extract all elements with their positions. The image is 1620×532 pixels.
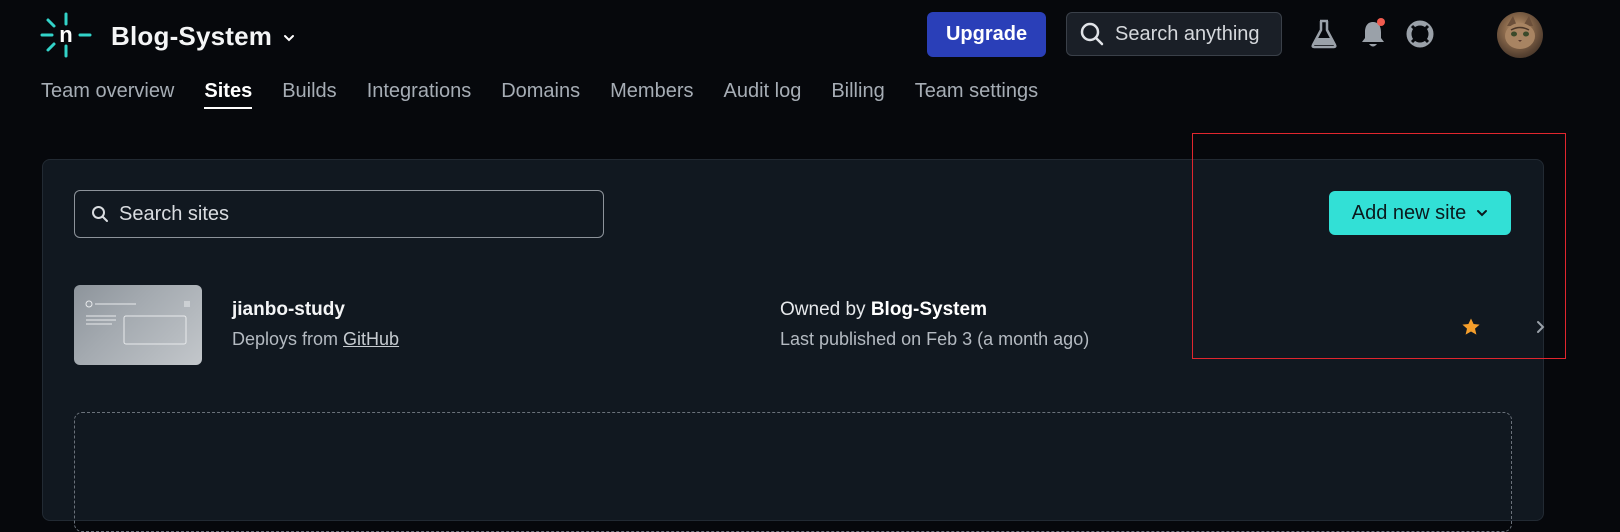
upgrade-button[interactable]: Upgrade: [927, 12, 1046, 57]
add-new-site-button[interactable]: Add new site: [1329, 191, 1511, 235]
site-published-date: Last published on Feb 3 (a month ago): [780, 329, 1090, 349]
team-name: Blog-System: [111, 20, 273, 51]
star-icon[interactable]: [1461, 317, 1481, 337]
drag-drop-zone[interactable]: [74, 412, 1512, 532]
team-switcher[interactable]: Blog-System: [111, 16, 296, 56]
site-owner: Owned by Blog-System: [780, 299, 987, 321]
site-thumbnail: [74, 285, 202, 365]
tab-team-overview[interactable]: Team overview: [41, 80, 174, 109]
tab-members[interactable]: Members: [610, 80, 693, 109]
owner-name: Blog-System: [870, 299, 987, 320]
global-search-input[interactable]: Search anything: [1066, 12, 1282, 56]
sites-search-input[interactable]: Search sites: [74, 190, 604, 238]
top-bar: n Blog-System Upgrade Search anything: [0, 0, 1620, 72]
team-nav-tabs: Team overview Sites Builds Integrations …: [41, 80, 1038, 109]
avatar-cat-image: [1505, 16, 1535, 49]
labs-button[interactable]: [1306, 16, 1342, 52]
chevron-down-icon: [1477, 210, 1488, 217]
tab-audit-log[interactable]: Audit log: [723, 80, 801, 109]
chevron-down-icon: [284, 35, 295, 42]
global-search-placeholder: Search anything: [1115, 22, 1260, 45]
logo-icon[interactable]: n: [40, 12, 92, 58]
owner-prefix: Owned by: [780, 299, 866, 320]
site-list-item[interactable]: jianbo-study Deploys from GitHub Owned b…: [74, 285, 1545, 367]
site-name[interactable]: jianbo-study: [232, 299, 345, 321]
deploy-source-link[interactable]: GitHub: [343, 329, 399, 349]
tab-team-settings[interactable]: Team settings: [915, 80, 1038, 109]
search-icon: [1080, 22, 1104, 46]
sites-search-placeholder: Search sites: [119, 202, 230, 225]
tab-integrations[interactable]: Integrations: [367, 80, 472, 109]
flask-icon: [1311, 19, 1337, 49]
deploy-prefix: Deploys from: [232, 329, 339, 349]
chevron-right-icon[interactable]: [1533, 319, 1547, 335]
sites-panel: Search sites Add new site jianbo-study D…: [42, 159, 1545, 532]
svg-text:n: n: [59, 22, 72, 47]
site-deploy-info: Deploys from GitHub: [232, 329, 399, 350]
tab-domains[interactable]: Domains: [501, 80, 580, 109]
avatar[interactable]: [1497, 12, 1543, 58]
tab-billing[interactable]: Billing: [831, 80, 884, 109]
notifications-button[interactable]: [1355, 16, 1391, 52]
notification-dot: [1377, 18, 1385, 26]
lifebuoy-icon: [1406, 20, 1434, 48]
tab-sites[interactable]: Sites: [204, 80, 253, 109]
search-icon: [92, 206, 108, 222]
help-button[interactable]: [1402, 16, 1438, 52]
tab-builds[interactable]: Builds: [282, 80, 336, 109]
add-new-site-label: Add new site: [1351, 201, 1467, 224]
